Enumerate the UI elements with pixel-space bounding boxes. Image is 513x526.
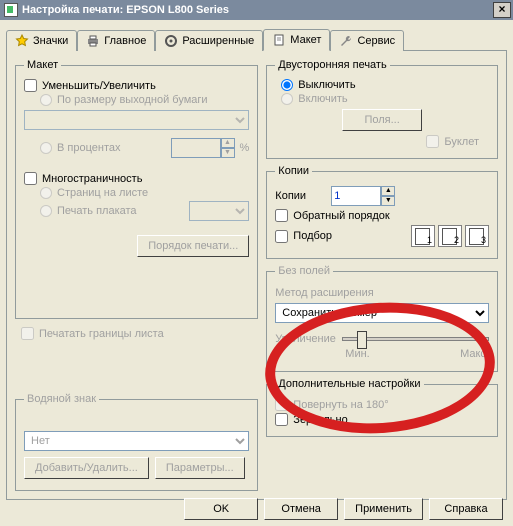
reduce-enlarge-label: Уменьшить/Увеличить	[42, 80, 156, 92]
close-button[interactable]: ×	[493, 2, 511, 18]
wrench-icon	[339, 34, 353, 48]
booklet-label: Буклет	[444, 136, 479, 148]
tab-layout[interactable]: Макет	[263, 29, 330, 51]
enlarge-label: Увеличение	[275, 333, 336, 345]
copies-spinner[interactable]: ▲▼	[381, 186, 395, 206]
fit-output-label: По размеру выходной бумаги	[57, 94, 208, 106]
rotate180-checkbox	[275, 398, 288, 411]
print-order-button: Порядок печати...	[137, 235, 249, 257]
extra-legend: Дополнительные настройки	[275, 378, 423, 390]
poster-radio	[40, 205, 52, 217]
layout-group: Макет Уменьшить/Увеличить По размеру вых…	[15, 59, 258, 319]
enlarge-slider	[342, 337, 489, 341]
duplex-legend: Двусторонняя печать	[275, 59, 389, 71]
tab-service[interactable]: Сервис	[330, 30, 404, 51]
collate-icons: 1 2 3	[411, 225, 489, 247]
reduce-enlarge-checkbox[interactable]	[24, 79, 37, 92]
percent-label: В процентах	[57, 142, 121, 154]
percent-unit: %	[240, 142, 250, 154]
pages-per-sheet-label: Страниц на листе	[57, 187, 148, 199]
poster-label: Печать плаката	[57, 205, 137, 217]
method-label: Метод расширения	[275, 287, 489, 299]
tab-icons[interactable]: Значки	[6, 30, 77, 51]
percent-spinner: ▲▼	[221, 138, 235, 158]
printer-icon	[86, 34, 100, 48]
slider-max: Макс.	[460, 348, 489, 360]
duplex-on-radio	[281, 93, 293, 105]
star-icon	[15, 34, 29, 48]
tab-strip: Значки Главное Расширенные Макет Сервис	[6, 26, 507, 50]
fit-output-radio	[40, 94, 52, 106]
collate-label: Подбор	[293, 230, 332, 242]
apply-button[interactable]: Применить	[344, 498, 423, 520]
layout-legend: Макет	[24, 59, 61, 71]
ok-button[interactable]: OK	[184, 498, 258, 520]
reverse-order-label: Обратный порядок	[293, 210, 389, 222]
mirror-label: Зеркально	[293, 414, 347, 426]
collate-checkbox[interactable]	[275, 230, 288, 243]
rotate180-label: Повернуть на 180°	[293, 399, 388, 411]
titlebar: Настройка печати: EPSON L800 Series ×	[0, 0, 513, 20]
window-title: Настройка печати: EPSON L800 Series	[22, 4, 493, 16]
tab-advanced-label: Расширенные	[182, 35, 254, 47]
duplex-on-label: Включить	[298, 93, 347, 105]
multipage-checkbox[interactable]	[24, 172, 37, 185]
reverse-order-checkbox[interactable]	[275, 209, 288, 222]
borderless-legend: Без полей	[275, 265, 333, 277]
slider-min: Мин.	[345, 348, 369, 360]
tab-service-label: Сервис	[357, 35, 395, 47]
method-select[interactable]: Сохранить размер	[275, 303, 489, 323]
tab-layout-label: Макет	[290, 34, 321, 46]
print-borders-label: Печатать границы листа	[39, 328, 164, 340]
cancel-button[interactable]: Отмена	[264, 498, 338, 520]
tab-icons-label: Значки	[33, 35, 68, 47]
copies-label: Копии	[275, 190, 325, 202]
gear-icon	[164, 34, 178, 48]
extra-group: Дополнительные настройки Повернуть на 18…	[266, 378, 498, 437]
tab-main-label: Главное	[104, 35, 146, 47]
copies-input[interactable]	[331, 186, 381, 206]
poster-select	[189, 201, 249, 221]
copies-legend: Копии	[275, 165, 312, 177]
page-icon	[272, 33, 286, 47]
duplex-off-radio[interactable]	[281, 79, 293, 91]
app-icon	[4, 3, 18, 17]
booklet-checkbox	[426, 135, 439, 148]
tab-panel: Макет Уменьшить/Увеличить По размеру вых…	[6, 50, 507, 500]
percent-radio	[40, 142, 52, 154]
watermark-add-button: Добавить/Удалить...	[24, 457, 149, 479]
output-paper-select	[24, 110, 249, 130]
copies-group: Копии Копии ▲▼ Обратный порядок Подбор 1…	[266, 165, 498, 259]
margins-button: Поля...	[342, 109, 422, 131]
watermark-group: Водяной знак Нет Добавить/Удалить... Пар…	[15, 393, 258, 491]
borderless-group: Без полей Метод расширения Сохранить раз…	[266, 265, 498, 372]
help-button[interactable]: Справка	[429, 498, 503, 520]
print-borders-checkbox	[21, 327, 34, 340]
percent-input	[171, 138, 221, 158]
tab-advanced[interactable]: Расширенные	[155, 30, 263, 51]
mirror-checkbox[interactable]	[275, 413, 288, 426]
pages-per-sheet-radio	[40, 187, 52, 199]
tab-main[interactable]: Главное	[77, 30, 155, 51]
duplex-group: Двусторонняя печать Выключить Включить П…	[266, 59, 498, 159]
multipage-label: Многостраничность	[42, 173, 142, 185]
duplex-off-label: Выключить	[298, 79, 355, 91]
watermark-params-button: Параметры...	[155, 457, 245, 479]
watermark-select[interactable]: Нет	[24, 431, 249, 451]
watermark-legend: Водяной знак	[24, 393, 99, 405]
dialog-buttons: OK Отмена Применить Справка	[184, 498, 503, 520]
